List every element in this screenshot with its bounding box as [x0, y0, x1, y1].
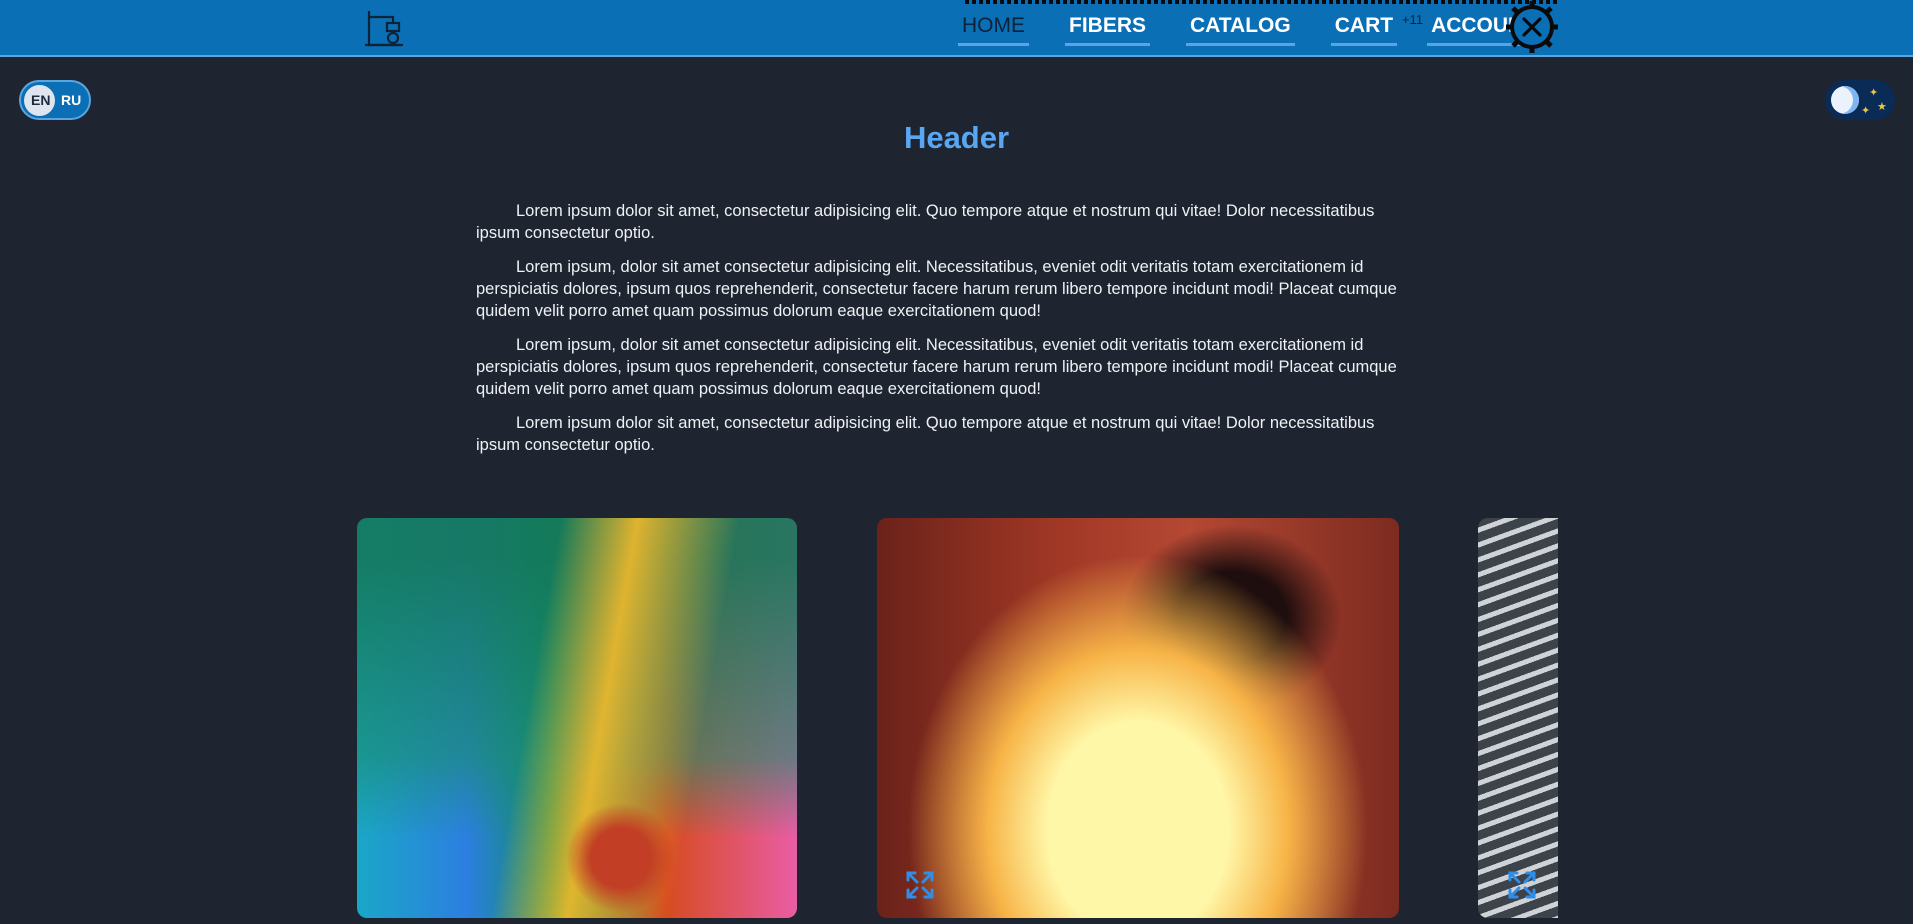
- paragraph: Lorem ipsum, dolor sit amet consectetur …: [476, 258, 1397, 320]
- article-body: Lorem ipsum dolor sit amet, consectetur …: [476, 200, 1406, 468]
- theme-toggle[interactable]: ✦ ★ ✦: [1825, 80, 1895, 120]
- 3d-printer-icon[interactable]: [363, 7, 405, 49]
- nav-fibers[interactable]: FIBERS: [1065, 12, 1151, 46]
- lang-en[interactable]: EN: [31, 92, 50, 108]
- lang-ru[interactable]: RU: [61, 92, 81, 108]
- paragraph: Lorem ipsum dolor sit amet, consectetur …: [476, 414, 1375, 454]
- star-icon: ✦: [1869, 87, 1879, 99]
- expand-arrows-icon[interactable]: [905, 870, 935, 900]
- paragraph: Lorem ipsum dolor sit amet, consectetur …: [476, 202, 1375, 242]
- gallery-card-dragon-lamp[interactable]: [877, 518, 1399, 918]
- paragraph: Lorem ipsum, dolor sit amet consectetur …: [476, 336, 1397, 398]
- nav-cart-label: CART: [1334, 13, 1394, 37]
- star-icon: ✦: [1861, 105, 1871, 117]
- close-gear-icon[interactable]: [1506, 1, 1558, 53]
- gallery-card-turbine[interactable]: [1478, 518, 1558, 918]
- moon-icon: [1831, 86, 1859, 114]
- gallery-card-3d-printer[interactable]: [357, 518, 797, 918]
- main-nav: HOME FIBERS CATALOG CART +11 ACCOUNT: [958, 0, 1576, 57]
- page-title: Header: [903, 120, 1010, 155]
- nav-cart[interactable]: CART +11: [1330, 12, 1423, 46]
- language-toggle[interactable]: EN RU: [19, 80, 91, 120]
- nav-home[interactable]: HOME: [958, 12, 1029, 46]
- star-icon: ★: [1877, 101, 1887, 113]
- cart-count-badge: +11: [1401, 11, 1424, 27]
- nav-catalog[interactable]: CATALOG: [1186, 12, 1295, 46]
- top-navbar: HOME FIBERS CATALOG CART +11 ACCOUNT: [0, 0, 1913, 57]
- expand-arrows-icon[interactable]: [1507, 870, 1537, 900]
